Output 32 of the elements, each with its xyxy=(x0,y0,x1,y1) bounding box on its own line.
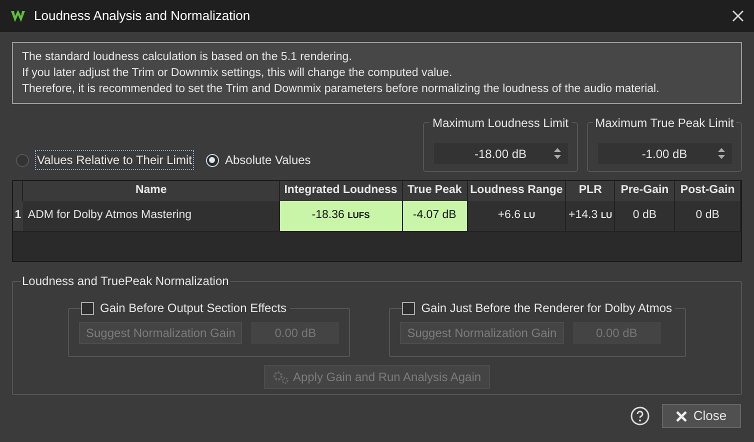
spin-field[interactable]: -1.00 dB xyxy=(598,143,732,164)
table-cell: -18.36 LUFS xyxy=(279,201,402,231)
spin-arrows-icon[interactable] xyxy=(718,148,724,159)
close-icon[interactable] xyxy=(732,10,744,22)
window-title: Loudness Analysis and Normalization xyxy=(34,7,250,26)
table-cell: 0 dB xyxy=(674,201,740,231)
help-icon[interactable] xyxy=(630,406,650,426)
table-cell: -4.07 dB xyxy=(402,201,468,231)
table-cell: +14.3 LU xyxy=(566,201,615,231)
info-text: The standard loudness calculation is based on the 5.1 rendering. xyxy=(22,50,353,65)
spin-arrows-icon[interactable] xyxy=(554,148,560,159)
spin-field[interactable]: -18.00 dB xyxy=(434,143,568,164)
column-header[interactable]: Pre-Gain xyxy=(614,181,675,201)
info-text: Therefore, it is recommended to set the Trim and Downmix parameters before normalizing the loudness of the audio material. xyxy=(22,82,660,97)
column-header[interactable]: Name xyxy=(22,181,280,201)
column-header[interactable]: PLR xyxy=(566,181,615,201)
radio-button[interactable] xyxy=(16,154,29,166)
close-button[interactable]: Close xyxy=(662,404,741,428)
radio-label[interactable]: Absolute Values xyxy=(224,151,311,169)
table-cell: 0 dB xyxy=(614,201,675,231)
column-header[interactable]: Integrated Loudness xyxy=(279,181,402,201)
table-cell: +6.6 LU xyxy=(467,201,566,231)
close-icon xyxy=(676,410,688,422)
column-header[interactable]: Post-Gain xyxy=(674,181,740,201)
gears-icon xyxy=(272,370,289,384)
row-number: 1 xyxy=(13,201,23,231)
radio-label[interactable]: Values Relative to Their Limit xyxy=(35,150,194,170)
column-header[interactable]: True Peak xyxy=(402,181,468,201)
app-logo-icon xyxy=(10,8,26,24)
column-header[interactable]: Loudness Range xyxy=(467,181,566,201)
table-cell: ADM for Dolby Atmos Mastering xyxy=(22,201,280,231)
info-text: If you later adjust the Trim or Downmix settings, this will change the computed value. xyxy=(22,66,454,81)
